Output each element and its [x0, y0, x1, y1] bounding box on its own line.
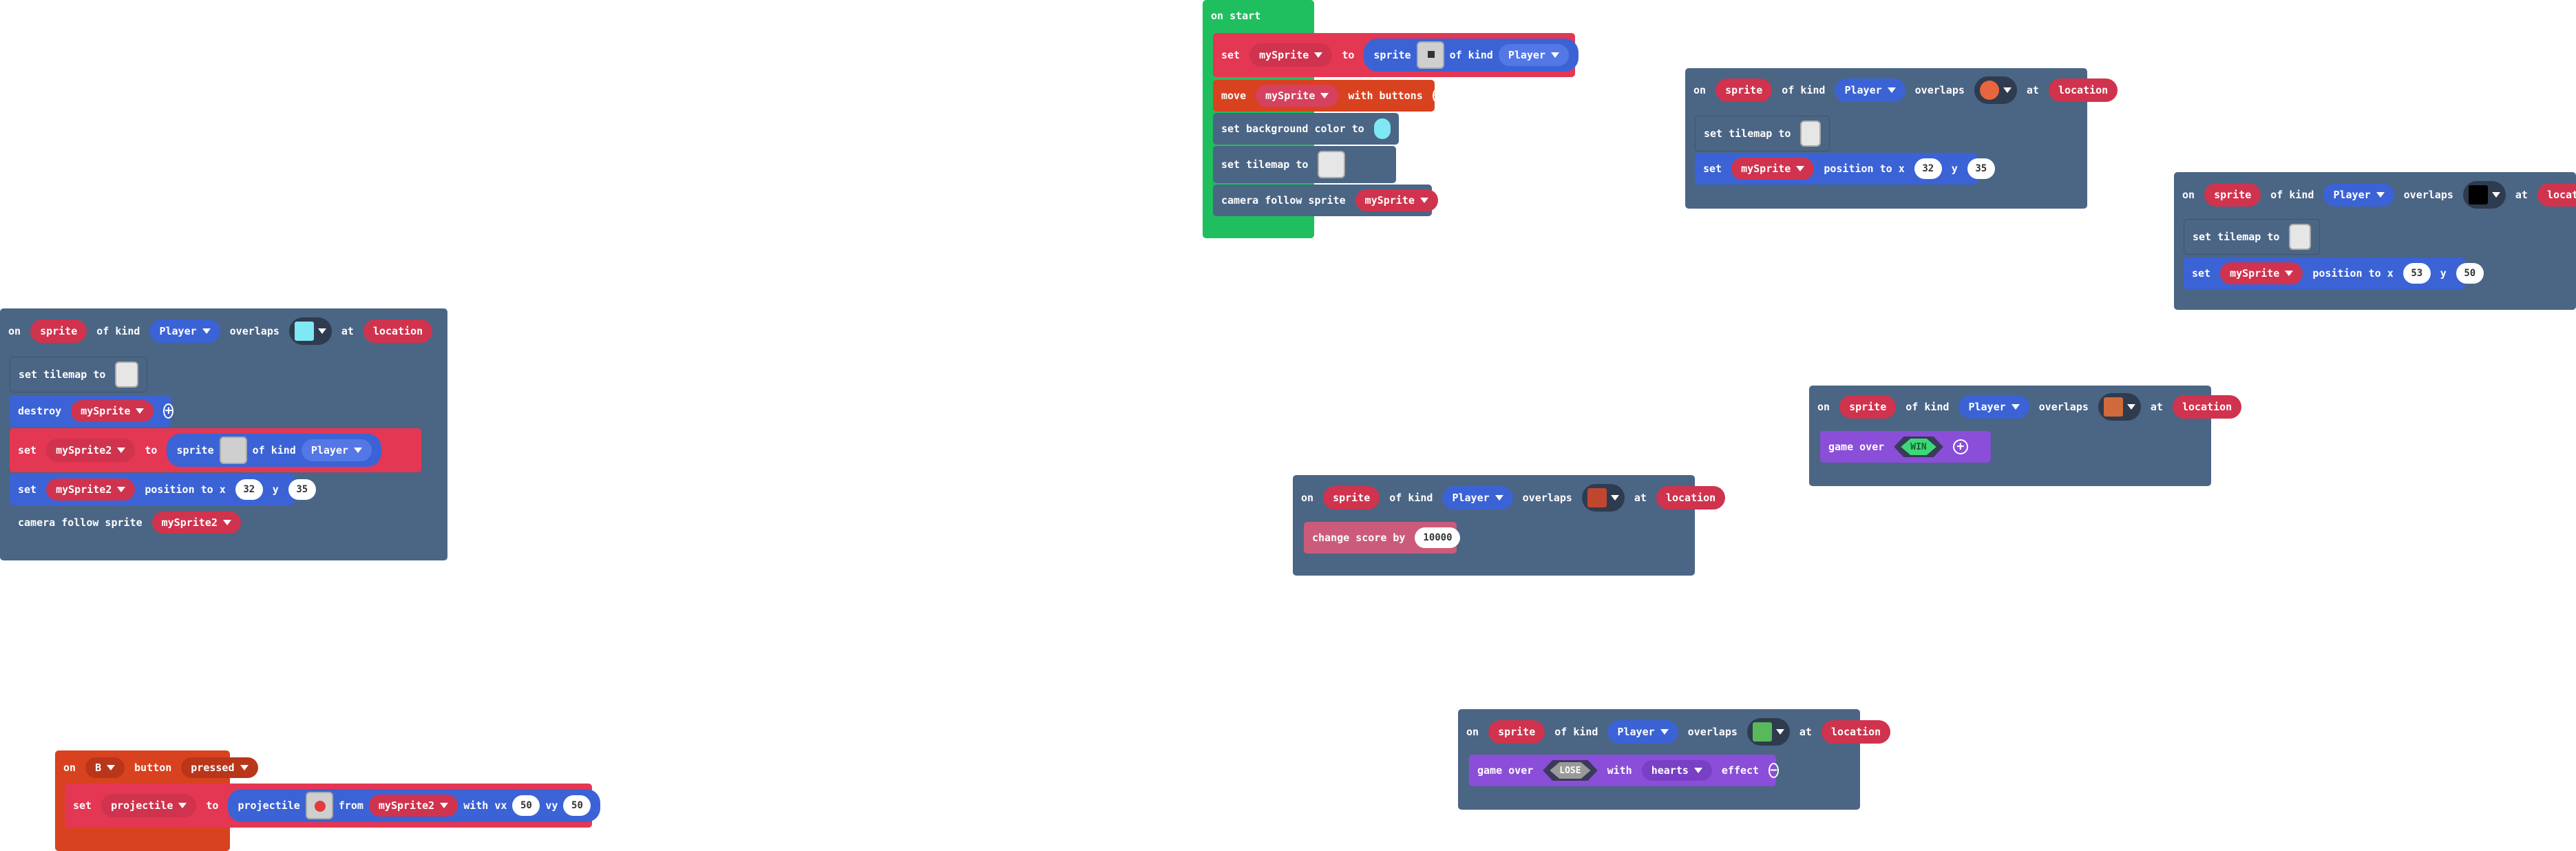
- y-input[interactable]: 35: [1967, 158, 1995, 179]
- overlap-header[interactable]: on sprite of kind Player overlaps at loc…: [1685, 70, 2126, 110]
- on-start-label: on start: [1211, 10, 1261, 22]
- set-position-block[interactable]: set mySprite position to x 32 y 35: [1695, 153, 1995, 185]
- location-param[interactable]: location: [363, 319, 433, 343]
- camera-follow-block[interactable]: camera follow sprite mySprite2: [10, 507, 241, 538]
- kind-dropdown[interactable]: Player: [301, 439, 372, 461]
- overlap-header[interactable]: on sprite of kind Player overlaps at loc…: [2174, 175, 2576, 215]
- set-sprite-block[interactable]: set mySprite2 to sprite of kind Player: [10, 428, 421, 472]
- state-dropdown[interactable]: pressed: [181, 757, 258, 778]
- move-label: move: [1221, 90, 1247, 102]
- expand-plus-icon[interactable]: +: [1952, 439, 1968, 454]
- var-dropdown[interactable]: mySprite: [71, 400, 154, 422]
- vx-input[interactable]: 50: [512, 795, 540, 816]
- var-dropdown[interactable]: mySprite: [1355, 189, 1438, 211]
- tile-dropdown[interactable]: [2462, 181, 2506, 209]
- overlap-header[interactable]: on sprite of kind Player overlaps at loc…: [1458, 712, 1899, 752]
- set-tilemap-block[interactable]: set tilemap to: [2184, 219, 2320, 255]
- x-input[interactable]: 53: [2403, 263, 2431, 284]
- var-dropdown[interactable]: mySprite: [1249, 43, 1333, 67]
- score-input[interactable]: 10000: [1415, 527, 1461, 548]
- set-tilemap-block[interactable]: set tilemap to: [1213, 146, 1396, 183]
- change-score-block[interactable]: change score by 10000: [1304, 522, 1461, 554]
- sprite-constructor[interactable]: sprite of kind Player: [167, 434, 382, 467]
- projectile-image-thumb[interactable]: [305, 792, 333, 819]
- sprite-image-thumb[interactable]: [1416, 41, 1444, 69]
- sprite-param[interactable]: sprite: [1715, 78, 1773, 102]
- set-position-block[interactable]: set mySprite2 position to x 32 y 35: [10, 474, 316, 505]
- tile-dropdown[interactable]: [1581, 484, 1625, 512]
- tile-dropdown[interactable]: [1746, 718, 1790, 746]
- var-dropdown[interactable]: projectile: [101, 794, 197, 817]
- sprite-param[interactable]: sprite: [1323, 486, 1380, 509]
- camera-follow-block[interactable]: camera follow sprite mySprite: [1213, 185, 1438, 216]
- button-event-header[interactable]: on B button pressed: [55, 752, 266, 784]
- location-param[interactable]: location: [2172, 395, 2242, 419]
- var-dropdown[interactable]: mySprite: [1731, 158, 1815, 180]
- set-label: set: [1221, 49, 1241, 61]
- camera-label: camera follow sprite: [1221, 194, 1346, 207]
- with-buttons-label: with buttons: [1348, 90, 1423, 102]
- tile-dropdown[interactable]: [2098, 393, 2141, 421]
- win-toggle[interactable]: WIN: [1894, 437, 1943, 457]
- sprite-param[interactable]: sprite: [1488, 720, 1545, 744]
- var-dropdown[interactable]: mySprite2: [151, 512, 241, 534]
- sprite-param[interactable]: sprite: [2204, 183, 2261, 207]
- x-input[interactable]: 32: [1914, 158, 1942, 179]
- set-tilemap-block[interactable]: set tilemap to: [10, 357, 147, 392]
- to-label: to: [1342, 49, 1355, 61]
- var-dropdown[interactable]: mySprite2: [46, 479, 136, 501]
- effect-dropdown[interactable]: hearts: [1641, 760, 1712, 781]
- tilemap-thumb[interactable]: [2289, 224, 2311, 250]
- tilemap-thumb[interactable]: [1800, 120, 1821, 147]
- set-background-color-block[interactable]: set background color to: [1213, 113, 1399, 145]
- tile-dropdown[interactable]: [288, 317, 332, 345]
- var-dropdown[interactable]: mySprite: [2220, 262, 2303, 284]
- var-dropdown[interactable]: mySprite2: [46, 439, 136, 462]
- tilemap-thumb[interactable]: [1318, 151, 1346, 178]
- button-dropdown[interactable]: B: [85, 757, 125, 778]
- kind-dropdown[interactable]: Player: [1442, 486, 1513, 509]
- var-dropdown[interactable]: mySprite2: [368, 795, 458, 817]
- overlap-header[interactable]: on sprite of kind Player overlaps at loc…: [1809, 387, 2250, 427]
- kind-dropdown[interactable]: Player: [149, 319, 220, 343]
- kind-dropdown[interactable]: Player: [2323, 183, 2394, 207]
- lose-toggle[interactable]: LOSE: [1543, 760, 1597, 781]
- game-over-block[interactable]: game over LOSE with hearts effect −: [1469, 755, 1779, 786]
- expand-plus-icon[interactable]: +: [163, 403, 174, 419]
- location-param[interactable]: location: [1656, 486, 1726, 509]
- y-input[interactable]: 35: [288, 479, 316, 500]
- bg-label: set background color to: [1221, 123, 1364, 135]
- location-param[interactable]: location: [2048, 78, 2118, 102]
- sprite-constructor[interactable]: sprite of kind Player: [1364, 39, 1579, 72]
- set-sprite-block[interactable]: set mySprite to sprite of kind Player: [1213, 33, 1579, 77]
- move-with-buttons-block[interactable]: move mySprite with buttons +: [1213, 80, 1443, 112]
- projectile-constructor[interactable]: projectile from mySprite2 with vx 50 vy …: [228, 789, 601, 822]
- var-dropdown[interactable]: mySprite: [1256, 85, 1339, 107]
- vy-input[interactable]: 50: [563, 795, 591, 816]
- overlap-header[interactable]: on sprite of kind Player overlaps at loc…: [0, 310, 441, 353]
- destroy-block[interactable]: destroy mySprite +: [10, 395, 174, 427]
- tilemap-thumb[interactable]: [115, 361, 138, 388]
- color-swatch[interactable]: [1373, 118, 1391, 139]
- sprite-param[interactable]: sprite: [1839, 395, 1897, 419]
- sprite-param[interactable]: sprite: [30, 319, 87, 343]
- set-tilemap-block[interactable]: set tilemap to: [1695, 116, 1830, 151]
- game-over-block[interactable]: game over WIN +: [1820, 431, 1991, 463]
- sprite-image-thumb[interactable]: [219, 437, 247, 464]
- tile-dropdown[interactable]: [1974, 76, 2017, 104]
- kind-dropdown[interactable]: Player: [1959, 395, 2029, 419]
- collapse-minus-icon[interactable]: −: [1769, 763, 1779, 778]
- x-input[interactable]: 32: [235, 479, 263, 500]
- set-projectile-block[interactable]: set projectile to projectile from mySpri…: [65, 784, 601, 828]
- kind-dropdown[interactable]: Player: [1835, 78, 1905, 102]
- expand-plus-icon[interactable]: +: [1432, 88, 1443, 103]
- kind-dropdown[interactable]: Player: [1607, 720, 1678, 744]
- set-position-block[interactable]: set mySprite position to x 53 y 50: [2184, 258, 2484, 289]
- tilemap-label: set tilemap to: [1221, 158, 1309, 171]
- y-input[interactable]: 50: [2456, 263, 2484, 284]
- kind-dropdown[interactable]: Player: [1498, 44, 1569, 66]
- overlap-header[interactable]: on sprite of kind Player overlaps at loc…: [1293, 478, 1733, 518]
- location-param[interactable]: location: [1821, 720, 1891, 744]
- location-param[interactable]: location: [2537, 183, 2576, 207]
